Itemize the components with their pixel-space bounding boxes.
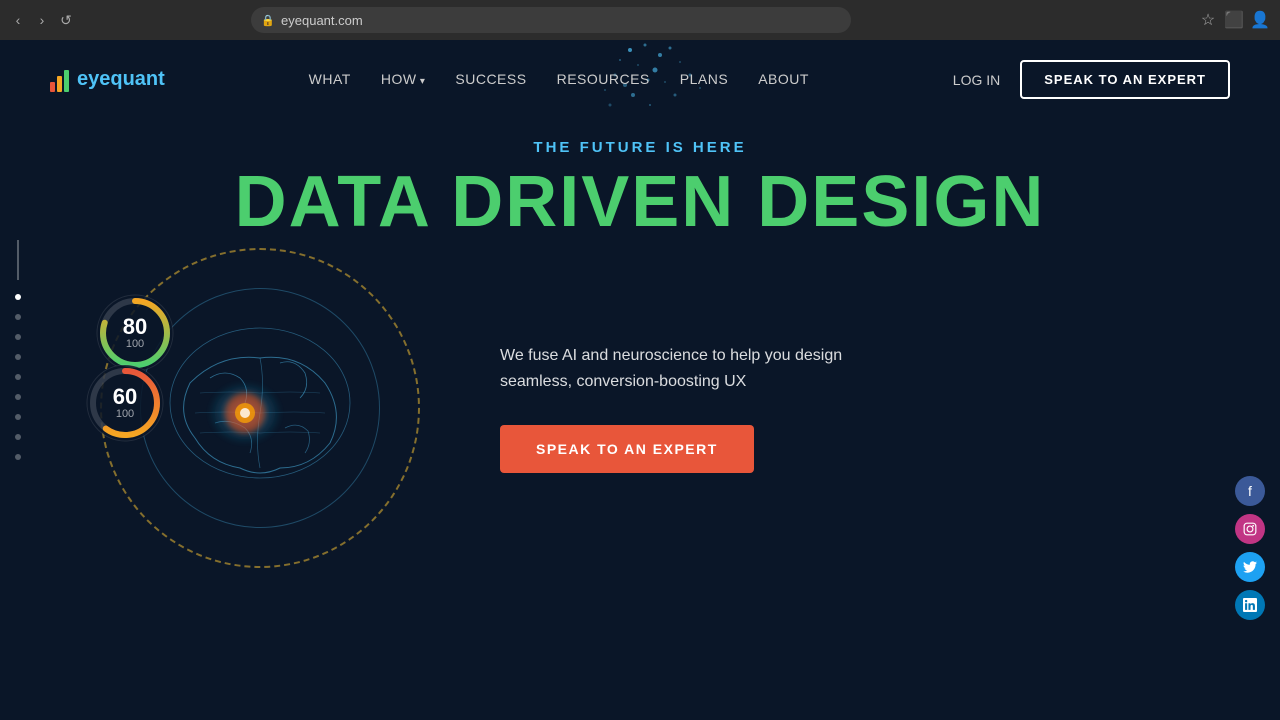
- hero-subtitle: THE FUTURE IS HERE: [533, 139, 746, 156]
- lock-icon: 🔒: [261, 14, 275, 27]
- linkedin-icon[interactable]: [1235, 590, 1265, 620]
- hero-title: DATA DRIVEN DESIGN: [235, 166, 1046, 238]
- facebook-icon[interactable]: f: [1235, 476, 1265, 506]
- nav-actions: LOG IN SPEAK TO AN EXPERT: [953, 60, 1230, 99]
- logo-icon: [50, 68, 69, 92]
- logo-text: eyequant: [77, 68, 165, 91]
- sidebar-dot-4[interactable]: [15, 354, 21, 360]
- logo[interactable]: eyequant: [50, 68, 165, 92]
- social-sidebar: f: [1235, 476, 1265, 620]
- sidebar-dot-1[interactable]: [15, 294, 21, 300]
- url-text: eyequant.com: [281, 13, 363, 28]
- hero-right: We fuse AI and neuroscience to help you …: [500, 343, 1200, 472]
- navbar: eyequant WHAT HOW SUCCESS RESOURCES PLAN…: [0, 40, 1280, 119]
- gauge-60-label: 60 100: [113, 386, 137, 420]
- instagram-icon[interactable]: [1235, 514, 1265, 544]
- sidebar-dot-7[interactable]: [15, 414, 21, 420]
- nav-links: WHAT HOW SUCCESS RESOURCES PLANS ABOUT: [309, 71, 809, 89]
- website: eyequant WHAT HOW SUCCESS RESOURCES PLAN…: [0, 40, 1280, 720]
- sidebar-dot-2[interactable]: [15, 314, 21, 320]
- brain-visualization: 80 100: [80, 278, 460, 538]
- speak-to-expert-hero-button[interactable]: SPEAK TO AN EXPERT: [500, 425, 754, 473]
- hero-content: 80 100: [0, 278, 1280, 538]
- sidebar-dot-3[interactable]: [15, 334, 21, 340]
- nav-item-about[interactable]: ABOUT: [758, 71, 809, 89]
- hero-description: We fuse AI and neuroscience to help you …: [500, 343, 880, 394]
- speak-to-expert-nav-button[interactable]: SPEAK TO AN EXPERT: [1020, 60, 1230, 99]
- login-link[interactable]: LOG IN: [953, 72, 1000, 88]
- nav-item-how[interactable]: HOW: [381, 71, 426, 89]
- sidebar-dot-9[interactable]: [15, 454, 21, 460]
- nav-item-what[interactable]: WHAT: [309, 71, 351, 89]
- sidebar-dot-6[interactable]: [15, 394, 21, 400]
- sidebar-dot-5[interactable]: [15, 374, 21, 380]
- sidebar-dot-8[interactable]: [15, 434, 21, 440]
- browser-actions: ☆ ⬛ 👤: [1198, 10, 1270, 30]
- twitter-icon[interactable]: [1235, 552, 1265, 582]
- url-bar[interactable]: 🔒 eyequant.com: [251, 7, 851, 33]
- bookmark-icon[interactable]: ☆: [1198, 10, 1218, 30]
- extensions-icon[interactable]: ⬛: [1224, 10, 1244, 30]
- profile-icon[interactable]: 👤: [1250, 10, 1270, 30]
- gauge-80-label: 80 100: [123, 316, 147, 350]
- sidebar-line: [17, 240, 19, 280]
- back-button[interactable]: ‹: [10, 12, 26, 28]
- reload-button[interactable]: ↺: [58, 12, 74, 28]
- nav-item-resources[interactable]: RESOURCES: [557, 71, 650, 89]
- browser-chrome: ‹ › ↺ 🔒 eyequant.com ☆ ⬛ 👤: [0, 0, 1280, 40]
- gauge-60: 60 100: [80, 358, 170, 448]
- sidebar-dots: [15, 240, 21, 460]
- nav-item-success[interactable]: SUCCESS: [455, 71, 526, 89]
- hero-section: THE FUTURE IS HERE DATA DRIVEN DESIGN: [0, 119, 1280, 538]
- forward-button[interactable]: ›: [34, 12, 50, 28]
- nav-item-plans[interactable]: PLANS: [680, 71, 728, 89]
